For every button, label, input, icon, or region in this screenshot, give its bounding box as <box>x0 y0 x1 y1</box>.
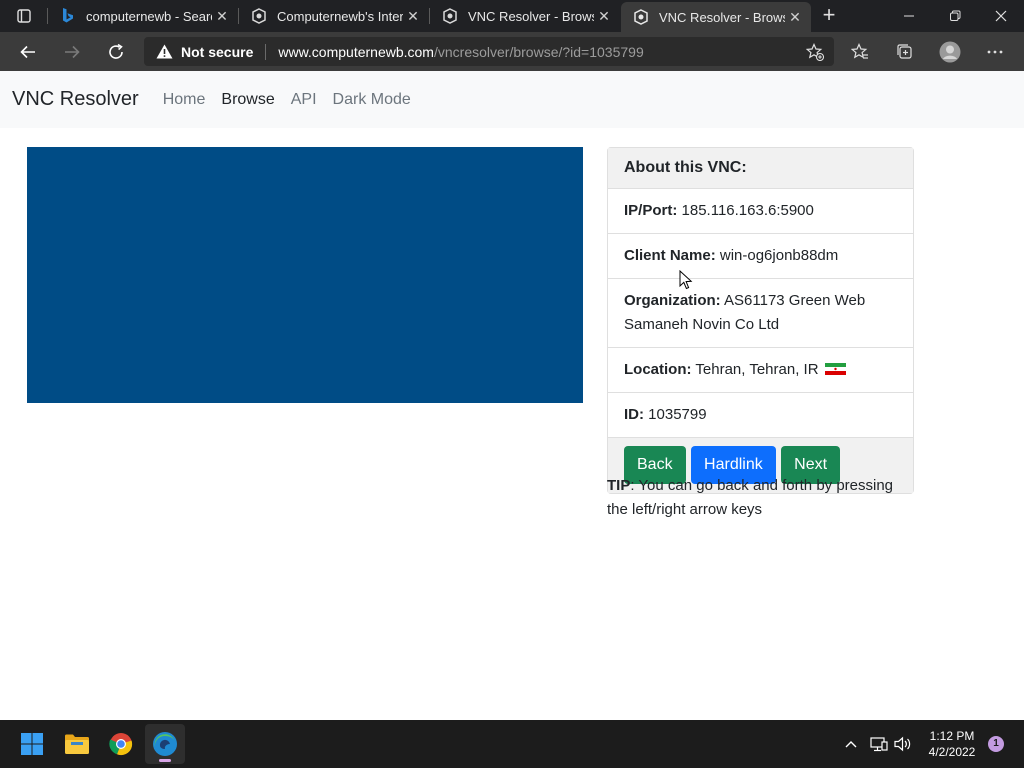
site-navbar: VNC Resolver Home Browse API Dark Mode <box>0 71 1024 128</box>
tab-title: VNC Resolver - Browse <box>468 8 594 24</box>
vnc-screenshot <box>27 147 583 403</box>
tab-title: VNC Resolver - Browse <box>659 9 785 25</box>
close-window-icon[interactable] <box>978 0 1024 32</box>
site-brand[interactable]: VNC Resolver <box>12 88 139 111</box>
ip-value: 185.116.163.6:5900 <box>681 202 814 219</box>
restore-icon[interactable] <box>932 0 978 32</box>
active-app-indicator <box>159 759 171 762</box>
nav-home[interactable]: Home <box>163 91 206 109</box>
tip-body: : You can go back and forth by pressing … <box>607 477 894 518</box>
close-tab-icon[interactable]: ✕ <box>212 6 232 26</box>
tab-vnc-resolver-active[interactable]: VNC Resolver - Browse ✕ <box>621 2 811 32</box>
file-explorer-icon[interactable] <box>57 724 97 764</box>
client-name-row: Client Name: win-og6jonb88dm <box>608 234 913 279</box>
minimize-icon[interactable] <box>886 0 932 32</box>
close-tab-icon[interactable]: ✕ <box>594 6 614 26</box>
tab-strip: computernewb - Search ✕ Computernewb's I… <box>0 0 1024 32</box>
more-menu-icon[interactable] <box>981 38 1009 66</box>
show-hidden-icons-icon[interactable] <box>840 720 862 768</box>
favorites-icon[interactable] <box>846 38 874 66</box>
start-icon[interactable] <box>12 724 52 764</box>
close-tab-icon[interactable]: ✕ <box>785 7 805 27</box>
notification-badge[interactable]: 1 <box>988 736 1004 752</box>
location-row: Location: Tehran, Tehran, IR <box>608 348 913 393</box>
nav-api[interactable]: API <box>291 91 317 109</box>
org-label: Organization: <box>624 292 721 309</box>
nav-dark-mode[interactable]: Dark Mode <box>333 91 411 109</box>
mouse-cursor-icon <box>679 270 693 290</box>
back-icon[interactable] <box>14 38 42 66</box>
client-value: win-og6jonb88dm <box>719 247 839 264</box>
id-value: 1035799 <box>648 406 707 423</box>
url-host: www.computernewb.com <box>278 43 434 60</box>
ip-label: IP/Port: <box>624 202 678 219</box>
tab-title: Computernewb's Internet <box>277 8 403 24</box>
not-secure-label[interactable]: Not secure <box>181 44 253 60</box>
new-tab-icon[interactable]: + <box>817 4 841 28</box>
close-tab-icon[interactable]: ✕ <box>403 6 423 26</box>
windows-taskbar: 1:12 PM 4/2/2022 <box>0 720 1024 768</box>
refresh-icon[interactable] <box>102 38 130 66</box>
address-divider <box>265 43 267 60</box>
web-page: VNC Resolver Home Browse API Dark Mode A… <box>0 71 1024 720</box>
url-path: /vncresolver/browse/?id=1035799 <box>433 43 644 60</box>
organization-row: Organization: AS61173 Green Web Samaneh … <box>608 279 913 348</box>
vnc-resolver-icon <box>251 8 267 24</box>
card-title: About this VNC: <box>608 148 913 189</box>
location-label: Location: <box>624 361 692 378</box>
chrome-icon[interactable] <box>101 724 141 764</box>
ip-port-row: IP/Port: 185.116.163.6:5900 <box>608 189 913 234</box>
tip-text: TIP: You can go back and forth by pressi… <box>607 474 917 522</box>
collections-icon[interactable] <box>891 38 919 66</box>
tab-bing-search[interactable]: computernewb - Search ✕ <box>48 0 238 32</box>
network-icon[interactable] <box>868 720 890 768</box>
tab-computernewb[interactable]: Computernewb's Internet ✕ <box>239 0 429 32</box>
tab-actions-icon[interactable] <box>8 4 40 28</box>
iran-flag-icon <box>824 363 846 375</box>
system-clock[interactable]: 1:12 PM 4/2/2022 <box>916 728 988 760</box>
client-label: Client Name: <box>624 247 716 264</box>
warning-icon <box>156 44 173 59</box>
tab-title: computernewb - Search <box>86 8 212 24</box>
browser-toolbar: Not secure www.computernewb.com/vncresol… <box>0 32 1024 71</box>
vnc-resolver-icon <box>633 9 649 25</box>
profile-avatar-icon[interactable] <box>936 38 964 66</box>
tip-label: TIP <box>607 477 631 494</box>
vnc-info-card: About this VNC: IP/Port: 185.116.163.6:5… <box>607 147 914 494</box>
location-value: Tehran, Tehran, IR <box>695 361 819 378</box>
forward-icon[interactable] <box>58 38 86 66</box>
add-favorite-icon[interactable] <box>805 43 825 64</box>
nav-browse[interactable]: Browse <box>221 91 274 109</box>
tab-vnc-resolver-1[interactable]: VNC Resolver - Browse ✕ <box>430 0 620 32</box>
id-label: ID: <box>624 406 644 423</box>
clock-time: 1:12 PM <box>929 729 975 743</box>
id-row: ID: 1035799 <box>608 393 913 438</box>
bing-icon <box>60 8 76 24</box>
address-bar[interactable]: Not secure www.computernewb.com/vncresol… <box>144 37 834 66</box>
volume-icon[interactable] <box>892 720 914 768</box>
clock-date: 4/2/2022 <box>928 745 976 759</box>
vnc-resolver-icon <box>442 8 458 24</box>
edge-icon[interactable] <box>145 724 185 764</box>
